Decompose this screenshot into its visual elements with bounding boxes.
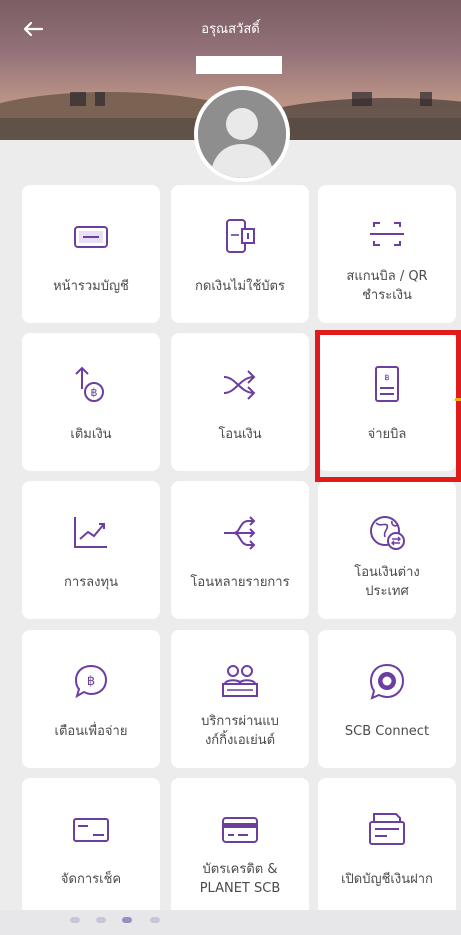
menu-tile-2[interactable]: กดเงินไม่ใช้บัตร <box>171 185 309 323</box>
menu-tile-label-line-1: โอนเงิน <box>218 427 262 442</box>
cheque-icon <box>69 808 113 852</box>
menu-tile-label: โอนหลายรายการ <box>176 573 304 592</box>
menu-tile-9[interactable]: โอนเงินต่างประเทศ <box>318 481 456 619</box>
menu-tile-7[interactable]: การลงทุน <box>22 481 160 619</box>
menu-tile-label-line-1: จัดการเช็ค <box>60 872 122 887</box>
avatar[interactable] <box>194 86 290 182</box>
menu-tile-label-line-1: หน้ารวมบัญชี <box>53 279 129 294</box>
menu-tile-label-line-1: เปิดบัญชีเงินฝาก <box>341 872 433 887</box>
menu-tile-label: บริการผ่านแบงก์กิ้งเอเย่นต์ <box>176 712 304 750</box>
user-avatar-icon <box>198 90 286 178</box>
agent-service-icon <box>218 660 262 704</box>
open-account-icon <box>365 808 409 852</box>
globe-transfer-icon <box>365 511 409 555</box>
transfer-icon <box>218 363 262 407</box>
menu-tile-label-line-1: จ่ายบิล <box>367 427 407 442</box>
multi-transfer-icon <box>218 511 262 555</box>
menu-tile-6[interactable]: ฿จ่ายบิล <box>318 333 456 471</box>
menu-tile-label: สแกนบิล / QR ชำระเงิน <box>323 267 451 305</box>
menu-tile-label-line-2: ชำระเงิน <box>362 288 412 303</box>
svg-text:฿: ฿ <box>87 674 95 689</box>
menu-tile-label: เตือนเพื่อจ่าย <box>27 722 155 741</box>
menu-tile-label-line-2: งก์กิ้งเอเย่นต์ <box>204 733 276 748</box>
menu-tile-15[interactable]: เปิดบัญชีเงินฝาก <box>318 778 456 916</box>
svg-text:฿: ฿ <box>91 386 98 399</box>
scan-icon <box>365 215 409 259</box>
topup-baht-icon: ฿ <box>69 363 113 407</box>
menu-tile-label-line-1: โอนเงินต่าง <box>354 565 420 580</box>
menu-tile-8[interactable]: โอนหลายรายการ <box>171 481 309 619</box>
menu-tile-label: กดเงินไม่ใช้บัตร <box>176 277 304 296</box>
menu-tile-11[interactable]: บริการผ่านแบงก์กิ้งเอเย่นต์ <box>171 630 309 768</box>
scb-connect-icon <box>365 660 409 704</box>
menu-tile-label: เติมเงิน <box>27 425 155 444</box>
menu-tile-label: หน้ารวมบัญชี <box>27 277 155 296</box>
menu-tile-label: จ่ายบิล <box>323 425 451 444</box>
menu-tile-14[interactable]: บัตรเครดิต & PLANET SCB <box>171 778 309 916</box>
menu-tile-label: เปิดบัญชีเงินฝาก <box>323 870 451 889</box>
credit-card-icon <box>218 808 262 852</box>
menu-tile-3[interactable]: สแกนบิล / QR ชำระเงิน <box>318 185 456 323</box>
bill-icon: ฿ <box>365 363 409 407</box>
menu-tile-label: โอนเงิน <box>176 425 304 444</box>
menu-tile-label: โอนเงินต่างประเทศ <box>323 563 451 601</box>
menu-tile-10[interactable]: ฿เตือนเพื่อจ่าย <box>22 630 160 768</box>
menu-tile-label: SCB Connect <box>323 722 451 741</box>
menu-tile-label-line-2: ประเทศ <box>365 584 409 599</box>
menu-tile-12[interactable]: SCB Connect <box>318 630 456 768</box>
investment-chart-icon <box>69 511 113 555</box>
menu-tile-4[interactable]: ฿เติมเงิน <box>22 333 160 471</box>
menu-tile-label-line-2: PLANET SCB <box>199 881 281 896</box>
phone-atm-icon <box>218 215 262 259</box>
account-card-icon <box>69 215 113 259</box>
marker <box>455 398 461 401</box>
menu-tile-label: บัตรเครดิต & PLANET SCB <box>176 860 304 898</box>
app-screen: อรุณสวัสดิ์ หน้ารวมบัญชี กดเงินไม่ใช้บัตร… <box>0 0 461 935</box>
menu-tile-label-line-1: โอนหลายรายการ <box>190 575 290 590</box>
svg-text:฿: ฿ <box>384 373 389 382</box>
menu-tile-label-line-1: SCB Connect <box>344 724 430 739</box>
menu-tile-1[interactable]: หน้ารวมบัญชี <box>22 185 160 323</box>
menu-tile-label: จัดการเช็ค <box>27 870 155 889</box>
redacted-name <box>196 56 282 74</box>
menu-tile-label-line-1: บริการผ่านแบ <box>201 714 279 729</box>
bottom-bar <box>0 910 461 935</box>
menu-tile-label-line-1: เติมเงิน <box>70 427 112 442</box>
greeting-text: อรุณสวัสดิ์ <box>201 22 260 37</box>
menu-tile-label-line-1: บัตรเครดิต & <box>202 862 278 877</box>
menu-tile-label-line-1: สแกนบิล / QR <box>346 269 428 284</box>
menu-tile-label-line-1: กดเงินไม่ใช้บัตร <box>195 279 285 294</box>
menu-tile-5[interactable]: โอนเงิน <box>171 333 309 471</box>
reminder-baht-icon: ฿ <box>69 660 113 704</box>
menu-tile-13[interactable]: จัดการเช็ค <box>22 778 160 916</box>
menu-tile-label-line-1: เตือนเพื่อจ่าย <box>54 724 128 739</box>
menu-tile-label-line-1: การลงทุน <box>64 575 118 590</box>
menu-tile-label: การลงทุน <box>27 573 155 592</box>
